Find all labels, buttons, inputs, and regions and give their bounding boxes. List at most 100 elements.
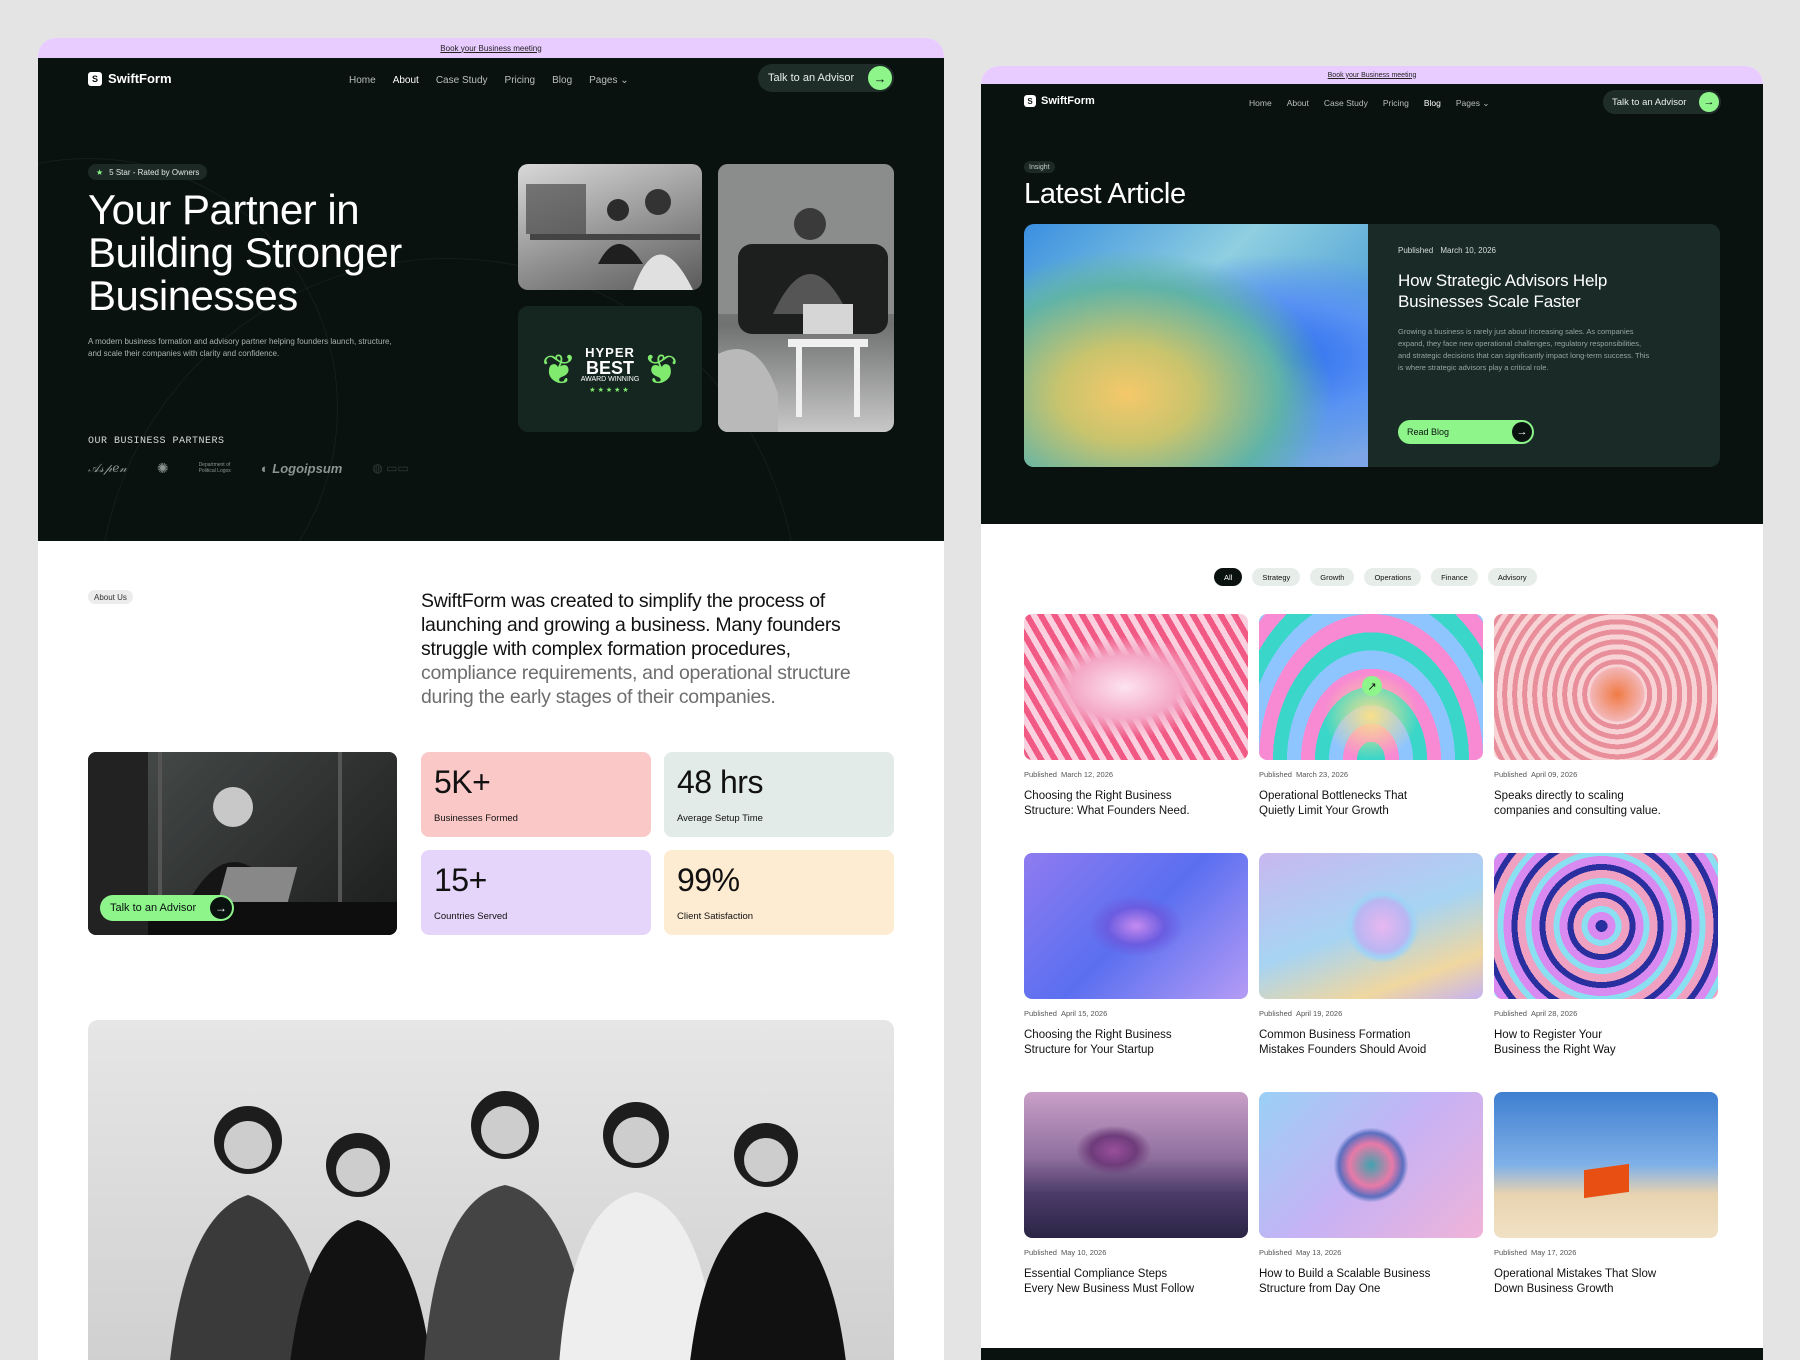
published-label: Published — [1259, 1009, 1292, 1018]
nav-pricing[interactable]: Pricing — [505, 75, 536, 86]
photo-talk-to-advisor-button[interactable]: Talk to an Advisor → — [100, 895, 234, 921]
published-date: April 09, 2026 — [1530, 770, 1578, 779]
blog-card-title: How to Build a Scalable Business Structur… — [1259, 1267, 1483, 1297]
stat-card-satisfaction: 99% Client Satisfaction — [664, 850, 894, 935]
logoipsum-text: Logoipsum — [272, 460, 343, 476]
latest-article-heading: Latest Article — [1024, 178, 1186, 210]
blog-card[interactable]: Published March 12, 2026 Choosing the Rig… — [1024, 614, 1248, 819]
blog-card-image — [1494, 614, 1718, 760]
about-us-tag: About Us — [88, 590, 133, 604]
chevron-down-icon: ⌄ — [1482, 98, 1490, 108]
blog-card-image — [1259, 1092, 1483, 1238]
featured-title: How Strategic Advisors Help Businesses S… — [1398, 270, 1607, 312]
about-line-2: launching and growing a business. Many f… — [421, 614, 841, 636]
blog-card[interactable]: Published May 10, 2026 Essential Complian… — [1024, 1092, 1248, 1297]
insight-tag: Insight — [1024, 161, 1055, 173]
cta-label: Talk to an Advisor — [768, 72, 855, 84]
book-meeting-link[interactable]: Book your Business meeting — [981, 66, 1763, 84]
arrow-up-right-icon[interactable]: ↗ — [1362, 676, 1382, 696]
published-label: Published — [1024, 770, 1057, 779]
main-nav: Home About Case Study Pricing Blog Pages… — [349, 75, 629, 86]
featured-article-card[interactable]: Published March 10, 2026 How Strategic A… — [1024, 224, 1720, 467]
filter-finance[interactable]: Finance — [1431, 568, 1478, 586]
featured-desc-line-4: is where strategic advisors play a criti… — [1398, 363, 1549, 372]
nav-blog[interactable]: Blog — [552, 75, 572, 86]
logo[interactable]: S SwiftForm — [88, 71, 172, 86]
blog-card-date: Published May 17, 2026 — [1494, 1248, 1718, 1257]
office-photo-art — [526, 184, 700, 290]
blog-card[interactable]: Published April 28, 2026 How to Register … — [1494, 853, 1718, 1058]
stat-card-businesses: 5K+ Businesses Formed — [421, 752, 651, 837]
logo[interactable]: S SwiftForm — [1024, 95, 1095, 107]
blog-card-title-line-2: Structure for Your Startup — [1024, 1044, 1154, 1056]
featured-title-line-1: How Strategic Advisors Help — [1398, 271, 1608, 290]
blog-card-image — [1494, 1092, 1718, 1238]
nav-pages[interactable]: Pages ⌄ — [1456, 98, 1490, 109]
filter-all[interactable]: All — [1214, 568, 1243, 586]
arrow-right-icon: → — [210, 897, 232, 919]
blog-card-image — [1494, 853, 1718, 999]
laurel-right-icon: ❦ — [643, 345, 679, 393]
published-date: April 28, 2026 — [1530, 1009, 1578, 1018]
read-blog-label: Read Blog — [1407, 427, 1450, 437]
nav-home[interactable]: Home — [1249, 98, 1272, 109]
nav-pricing[interactable]: Pricing — [1383, 98, 1409, 109]
blog-card-image — [1024, 853, 1248, 999]
arrow-right-icon: → — [1699, 92, 1719, 112]
blog-card-title: Choosing the Right Business Structure: Wh… — [1024, 789, 1248, 819]
arrow-right-icon: → — [1512, 422, 1532, 442]
filter-strategy[interactable]: Strategy — [1252, 568, 1301, 586]
nav-about[interactable]: About — [393, 75, 419, 86]
filter-operations[interactable]: Operations — [1364, 568, 1422, 586]
signature-partner-logo: 𝒜𝓈𝓅𝑒𝓃 — [88, 460, 127, 475]
hero-title-line-2: Building Stronger — [88, 229, 402, 276]
stat-label: Average Setup Time — [677, 813, 763, 824]
about-section: About Us SwiftForm was created to simpli… — [38, 541, 944, 1011]
blog-card-date: Published May 13, 2026 — [1259, 1248, 1483, 1257]
nav-home[interactable]: Home — [349, 75, 376, 86]
published-date: April 19, 2026 — [1295, 1009, 1343, 1018]
star-icon: ★ — [96, 167, 104, 177]
award-line-3: AWARD WINNING — [580, 375, 640, 383]
talk-to-advisor-button[interactable]: Talk to an Advisor → — [758, 64, 894, 92]
blog-card-title: How to Register Your Business the Right W… — [1494, 1028, 1718, 1058]
blog-card[interactable]: Published May 13, 2026 How to Build a Sca… — [1259, 1092, 1483, 1297]
main-nav: Home About Case Study Pricing Blog Pages… — [1249, 98, 1489, 109]
stat-label: Businesses Formed — [434, 813, 518, 824]
featured-published: Published March 10, 2026 — [1398, 246, 1496, 255]
nav-pages-label: Pages — [1455, 98, 1480, 108]
blog-card-title: Essential Compliance Steps Every New Busi… — [1024, 1267, 1248, 1297]
blog-card[interactable]: Published April 15, 2026 Choosing the Rig… — [1024, 853, 1248, 1058]
hero-subtitle-line-2: and scale their companies with clarity a… — [88, 349, 280, 358]
sun-partner-logo: ✺ — [156, 459, 169, 476]
filter-growth[interactable]: Growth — [1310, 568, 1355, 586]
rating-badge: ★ 5 Star - Rated by Owners — [88, 164, 208, 180]
blog-card-title-line-1: Common Business Formation — [1259, 1029, 1411, 1041]
laptop-photo-art — [718, 164, 894, 432]
talk-to-advisor-button[interactable]: Talk to an Advisor → — [1603, 90, 1721, 114]
nav-pages[interactable]: Pages ⌄ — [589, 75, 629, 86]
book-meeting-link[interactable]: Book your Business meeting — [38, 38, 944, 58]
nav-case-study[interactable]: Case Study — [436, 75, 488, 86]
filter-advisory[interactable]: Advisory — [1487, 568, 1537, 586]
rating-text: 5 Star - Rated by Owners — [109, 167, 200, 177]
stat-value: 99% — [677, 862, 740, 898]
published-label: Published — [1398, 246, 1434, 255]
blog-card[interactable]: Published April 09, 2026 Speaks directly … — [1494, 614, 1718, 819]
nav-about[interactable]: About — [1287, 98, 1309, 109]
nav-pages-label: Pages — [589, 75, 618, 86]
blog-card[interactable]: Published May 17, 2026 Operational Mistak… — [1494, 1092, 1718, 1297]
stat-label: Countries Served — [434, 911, 508, 922]
blog-card[interactable]: ↗ Published March 23, 2026 Operational Bo… — [1259, 614, 1483, 819]
award-stars: ★★★★★ — [589, 386, 631, 394]
nav-case-study[interactable]: Case Study — [1324, 98, 1368, 109]
blog-card-title-line-2: Structure: What Founders Need. — [1024, 805, 1190, 817]
published-label: Published — [1024, 1248, 1057, 1257]
hero-subtitle-line-1: A modern business formation and advisory… — [88, 337, 392, 346]
nav-blog[interactable]: Blog — [1424, 98, 1441, 109]
blog-page-mockup: Book your Business meeting S SwiftForm H… — [981, 66, 1763, 1360]
featured-title-line-2: Businesses Scale Faster — [1398, 292, 1581, 311]
blog-card[interactable]: Published April 19, 2026 Common Business … — [1259, 853, 1483, 1058]
cta-label: Talk to an Advisor — [1612, 96, 1687, 108]
read-blog-button[interactable]: Read Blog → — [1398, 420, 1534, 444]
